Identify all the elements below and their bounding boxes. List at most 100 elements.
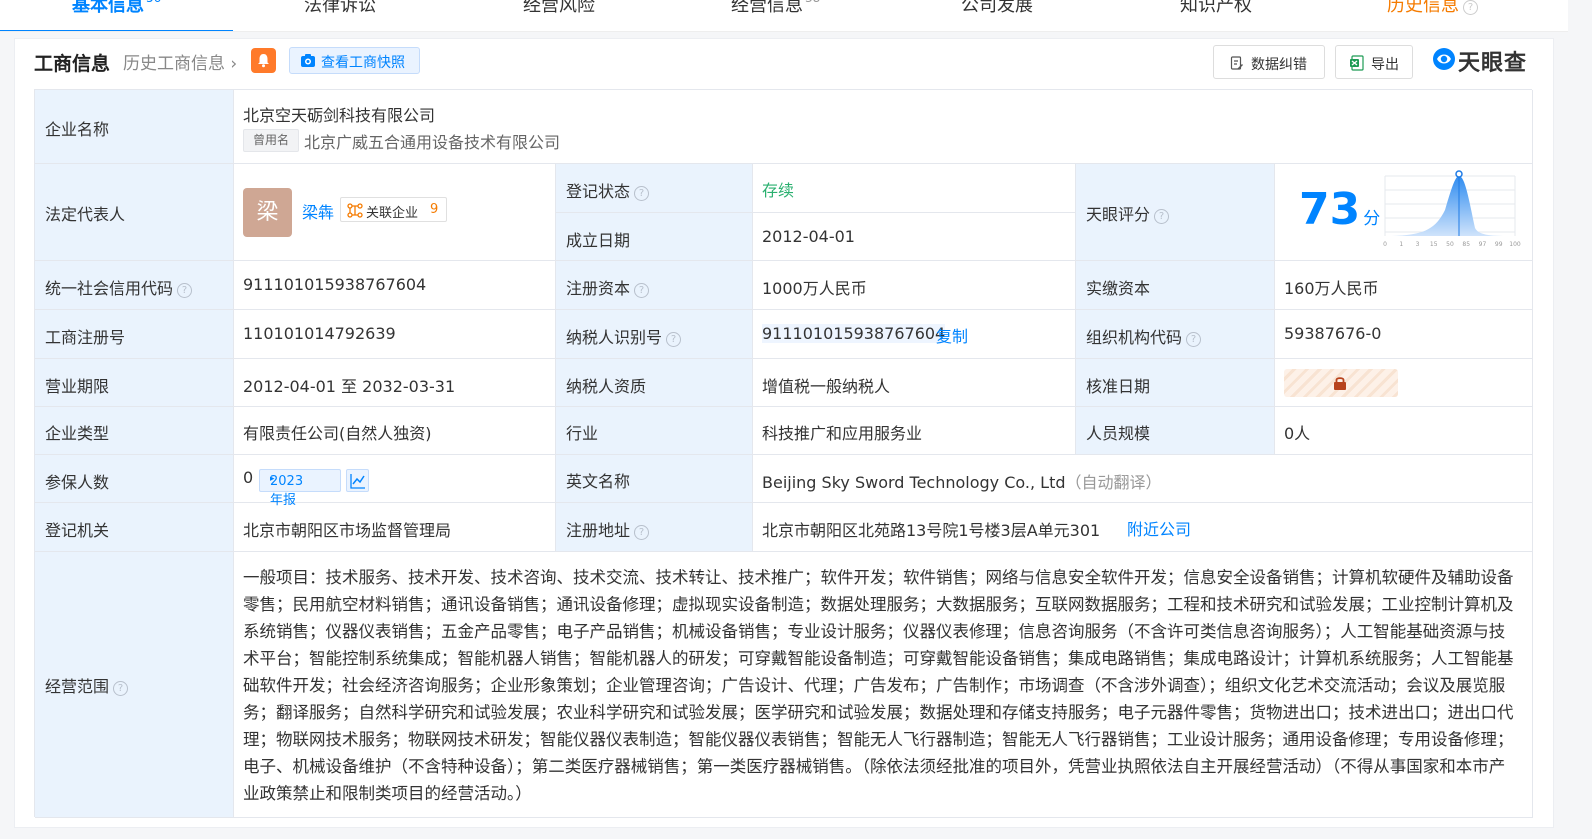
- tax-qual-label-cell: 纳税人资质: [556, 359, 753, 407]
- reg-no-cell: 110101014792639: [234, 310, 556, 359]
- established-label-cell: 成立日期: [556, 213, 753, 261]
- legal-rep-label: 法定代表人: [45, 205, 126, 224]
- related-label: 关联企业: [366, 206, 419, 221]
- bell-icon[interactable]: [251, 48, 276, 73]
- tax-id-value: 911101015938767604: [762, 324, 946, 343]
- score-unit: 分: [1363, 209, 1381, 229]
- nearby-companies-link[interactable]: 附近公司: [1127, 516, 1191, 540]
- approve-date-cell: [1275, 359, 1533, 407]
- score-axis-tick: 50: [1446, 241, 1454, 248]
- score-distribution-chart: 0 1 3 15 50 85 97 99 100: [1383, 170, 1521, 248]
- insured-cell: 0 2023年报 ▸: [234, 455, 556, 508]
- locked-value-bar[interactable]: [1284, 369, 1398, 397]
- help-icon[interactable]: ?: [1154, 209, 1170, 224]
- scope-label-cell: 经营范围?: [35, 552, 234, 818]
- export-button[interactable]: 导出: [1335, 45, 1413, 79]
- org-code-label-cell: 组织机构代码?: [1076, 310, 1275, 359]
- en-name-value: Beijing Sky Sword Technology Co., Ltd: [762, 473, 1066, 492]
- reg-capital-cell: 1000万人民币: [753, 261, 1076, 310]
- reg-capital-label-cell: 注册资本?: [556, 261, 753, 310]
- related-companies-badge[interactable]: 关联企业 9: [340, 197, 447, 222]
- established-label: 成立日期: [566, 231, 631, 250]
- type-label: 企业类型: [45, 424, 110, 443]
- term-label: 营业期限: [45, 377, 110, 396]
- tab-label: 历史信息: [1387, 0, 1459, 16]
- logo-icon: [1433, 48, 1455, 70]
- related-count: 9: [430, 202, 439, 217]
- approve-date-label: 核准日期: [1086, 377, 1151, 396]
- address-label-cell: 注册地址?: [556, 503, 753, 552]
- former-name: 北京广威五合通用设备技术有限公司: [304, 133, 561, 152]
- snapshot-button[interactable]: 查看工商快照: [289, 47, 420, 74]
- annual-report-badge[interactable]: 2023年报 ▸: [259, 469, 341, 508]
- org-code-value: 59387676-0: [1284, 324, 1382, 343]
- tab-label: 经营风险: [523, 0, 595, 16]
- credit-code-label: 统一社会信用代码: [45, 279, 174, 298]
- camera-icon: [301, 54, 315, 67]
- approve-date-label-cell: 核准日期: [1076, 359, 1275, 407]
- business-scope-text: 一般项目：技术服务、技术开发、技术咨询、技术交流、技术转让、技术推广；软件开发；…: [243, 568, 1514, 803]
- tax-id-cell: 911101015938767604 复制: [753, 310, 1076, 359]
- help-icon[interactable]: ?: [113, 681, 129, 696]
- help-icon[interactable]: ?: [634, 186, 650, 201]
- reg-no-value: 110101014792639: [243, 324, 396, 343]
- tab-risk[interactable]: 经营风险: [523, 0, 595, 21]
- score-display[interactable]: 73 分: [1299, 184, 1380, 235]
- tab-history[interactable]: 历史信息?: [1387, 0, 1478, 21]
- type-label-cell: 企业类型: [35, 407, 234, 455]
- section-title: 工商信息: [34, 53, 111, 75]
- tax-qual-cell: 增值税一般纳税人: [753, 359, 1076, 407]
- reg-status-label: 登记状态: [566, 182, 631, 201]
- staff-value: 0人: [1284, 424, 1311, 443]
- term-value: 2012-04-01 至 2032-03-31: [243, 377, 456, 396]
- paid-capital-cell: 160万人民币: [1275, 261, 1533, 310]
- score-axis-tick: 15: [1430, 241, 1438, 248]
- tax-qual-label: 纳税人资质: [566, 377, 647, 396]
- authority-label-cell: 登记机关: [35, 503, 234, 552]
- score-value: 73: [1299, 184, 1361, 235]
- tab-count: 56: [146, 0, 161, 5]
- established-cell: 2012-04-01: [753, 213, 1076, 261]
- legal-rep-name-link[interactable]: 梁犇: [302, 199, 334, 223]
- tab-development[interactable]: 公司发展: [961, 0, 1033, 21]
- established-value: 2012-04-01: [762, 227, 855, 246]
- help-icon[interactable]: ?: [634, 283, 650, 298]
- data-correction-button[interactable]: 数据纠错: [1213, 45, 1325, 79]
- company-name-cell: 北京空天砺剑科技有限公司 曾用名 北京广威五合通用设备技术有限公司: [234, 90, 1533, 164]
- authority-label: 登记机关: [45, 521, 110, 540]
- avatar[interactable]: 梁: [243, 188, 292, 237]
- address-label: 注册地址: [566, 521, 631, 540]
- term-label-cell: 营业期限: [35, 359, 234, 407]
- industry-label-cell: 行业: [556, 407, 753, 455]
- credit-code-cell: 91110101593876760​4: [234, 261, 556, 310]
- history-link[interactable]: 历史工商信息 ›: [123, 49, 237, 74]
- tab-ip[interactable]: 知识产权: [1180, 0, 1252, 21]
- score-label: 天眼评分: [1086, 205, 1151, 224]
- tab-operation[interactable]: 经营信息38: [731, 0, 820, 21]
- tab-label: 法律诉讼: [304, 0, 376, 16]
- history-link-label: 历史工商信息: [123, 54, 225, 74]
- help-icon[interactable]: ?: [634, 525, 650, 540]
- help-icon[interactable]: ?: [177, 283, 193, 298]
- en-name-line: Beijing Sky Sword Technology Co., Ltd（自动…: [762, 469, 1162, 493]
- tab-legal[interactable]: 法律诉讼: [304, 0, 376, 21]
- score-axis-tick: 100: [1509, 241, 1521, 248]
- tax-id-label-cell: 纳税人识别号?: [556, 310, 753, 359]
- help-icon[interactable]: ?: [1186, 332, 1202, 347]
- lock-icon: [1334, 377, 1346, 390]
- staff-label: 人员规模: [1086, 424, 1151, 443]
- staff-label-cell: 人员规模: [1076, 407, 1275, 455]
- tab-basic-info[interactable]: 基本信息56: [72, 0, 161, 21]
- company-name-label: 企业名称: [45, 120, 110, 139]
- tab-active-underline: [0, 30, 233, 31]
- legal-rep-label-cell: 法定代表人: [35, 164, 234, 261]
- help-icon[interactable]: ?: [666, 332, 682, 347]
- copy-link[interactable]: 复制: [936, 323, 968, 347]
- authority-value: 北京市朝阳区市场监督管理局: [243, 521, 452, 540]
- trend-chart-icon[interactable]: [346, 469, 369, 492]
- reg-no-label-cell: 工商注册号: [35, 310, 234, 359]
- former-name-badge: 曾用名: [243, 129, 299, 152]
- company-name-label-cell: 企业名称: [35, 90, 234, 164]
- score-axis-tick: 3: [1416, 241, 1420, 248]
- edit-doc-icon: [1230, 56, 1243, 70]
